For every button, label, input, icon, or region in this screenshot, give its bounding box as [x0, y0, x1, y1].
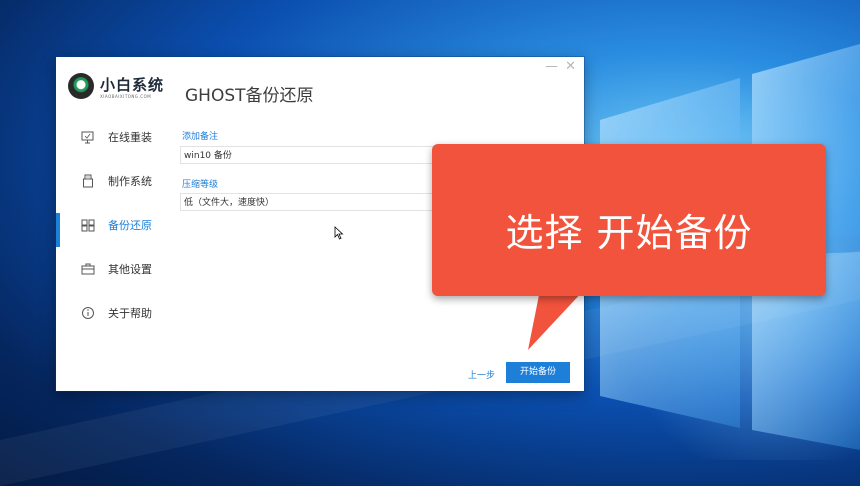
info-icon — [81, 306, 95, 320]
logo-name: 小白系统 — [100, 76, 165, 94]
mouse-cursor-icon — [334, 226, 344, 240]
sidebar-item-other-settings[interactable]: 其他设置 — [56, 247, 174, 291]
sidebar-item-label: 制作系统 — [108, 175, 152, 188]
sidebar-item-about-help[interactable]: 关于帮助 — [56, 291, 174, 335]
minimize-button[interactable]: — — [545, 59, 558, 74]
sidebar-item-label: 其他设置 — [108, 263, 152, 276]
sidebar-item-label: 备份还原 — [108, 219, 152, 232]
sidebar-item-online-reinstall[interactable]: 在线重装 — [56, 115, 174, 159]
monitor-icon — [81, 130, 95, 144]
start-backup-button[interactable]: 开始备份 — [506, 362, 570, 383]
logo-subtitle: XIAOBAIXITONG.COM — [100, 94, 152, 99]
backup-icon — [81, 218, 95, 232]
remark-label: 添加备注 — [182, 132, 219, 142]
sidebar-item-label: 在线重装 — [108, 131, 152, 144]
app-logo: 小白系统 XIAOBAIXITONG.COM — [68, 73, 178, 103]
sidebar: 在线重装 制作系统 备份还原 其他设置 关于帮助 — [56, 115, 174, 335]
callout-text: 选择 开始备份 — [505, 211, 753, 255]
sidebar-item-backup-restore[interactable]: 备份还原 — [56, 203, 174, 247]
close-button[interactable]: ✕ — [565, 59, 576, 74]
logo-mark-icon — [68, 73, 94, 99]
sidebar-item-make-system[interactable]: 制作系统 — [56, 159, 174, 203]
callout-bubble: 选择 开始备份 — [432, 144, 826, 296]
compression-label: 压缩等级 — [182, 180, 219, 190]
usb-icon — [81, 174, 95, 188]
sidebar-item-label: 关于帮助 — [108, 307, 152, 320]
page-title: GHOST备份还原 — [185, 86, 314, 106]
prev-step-button[interactable]: 上一步 — [468, 368, 495, 381]
briefcase-icon — [81, 262, 95, 276]
